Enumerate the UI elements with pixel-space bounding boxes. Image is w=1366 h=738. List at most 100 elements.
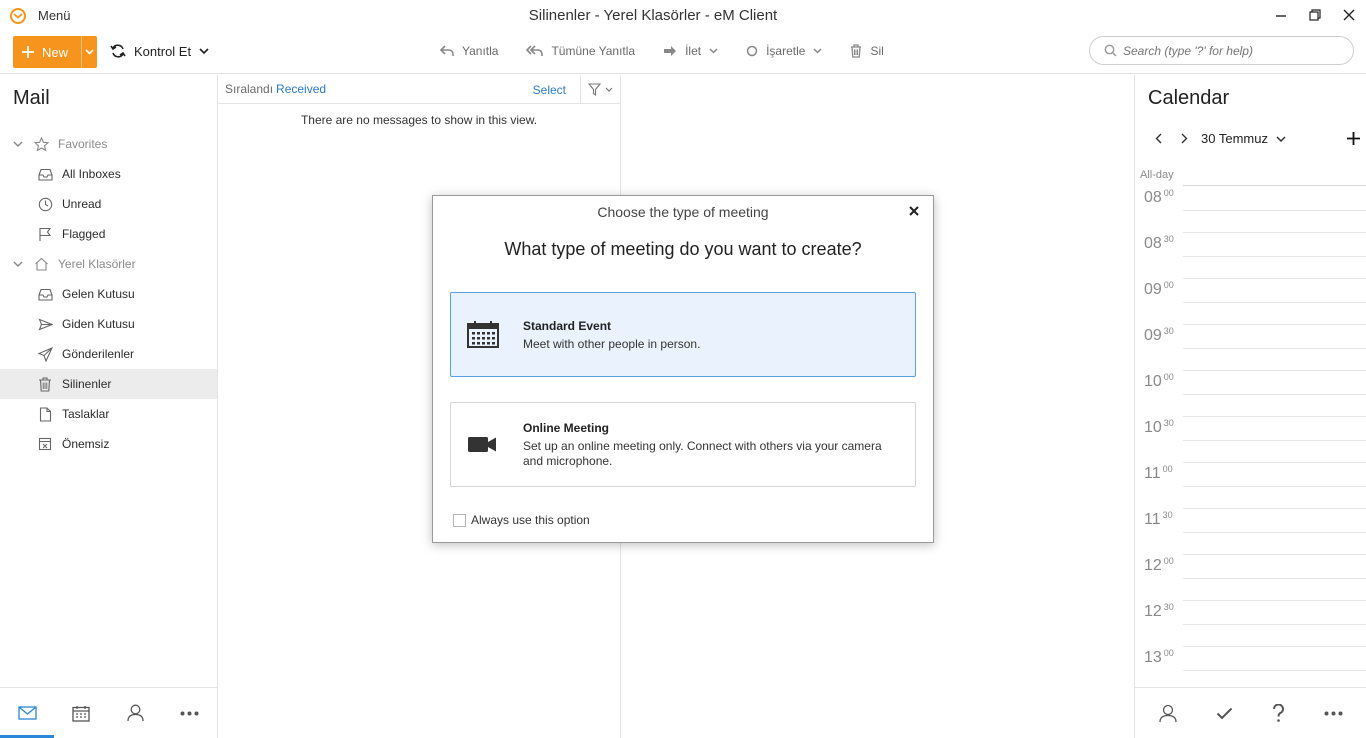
- close-window-button[interactable]: [1332, 0, 1366, 30]
- calendar-panel: Calendar 30 Temmuz All-day 08 00 08 30 09 00 0…: [1134, 75, 1366, 738]
- hour-slot[interactable]: 11 30: [1135, 508, 1366, 555]
- minute-value: 30: [1163, 602, 1174, 612]
- add-event-button[interactable]: [1347, 132, 1360, 145]
- hour-slot[interactable]: 10 30: [1135, 416, 1366, 463]
- hour-slot[interactable]: 08 30: [1135, 232, 1366, 279]
- mail-sidebar: Mail Favorites All Inboxes Unread Flagge…: [0, 75, 218, 738]
- reply-icon: [440, 45, 454, 56]
- half-hour-line: [1183, 624, 1366, 625]
- half-hour-line: [1183, 232, 1366, 233]
- sidebar-item-label: Giden Kutusu: [62, 317, 135, 331]
- sidebar-item-label: Flagged: [62, 227, 106, 241]
- minute-value: 30: [1163, 418, 1174, 428]
- minimize-button[interactable]: [1264, 0, 1298, 30]
- hour-label: 09 30: [1144, 326, 1174, 345]
- question-mark-icon: [1273, 703, 1285, 722]
- delete-label: Sil: [870, 44, 884, 58]
- new-dropdown-button[interactable]: [81, 36, 97, 68]
- chevron-down-icon: [13, 261, 23, 267]
- check-mail-label: Kontrol Et: [134, 43, 192, 59]
- hour-label: 08 30: [1144, 234, 1174, 253]
- chevron-right-icon: [1181, 133, 1187, 144]
- date-picker-button[interactable]: 30 Temmuz: [1201, 131, 1286, 146]
- minute-value: 30: [1163, 326, 1174, 336]
- new-button[interactable]: New: [13, 36, 81, 68]
- sidebar-item-junk[interactable]: Önemsiz: [0, 429, 217, 459]
- reply-button[interactable]: Yanıtla: [440, 44, 498, 58]
- dialog-title: Choose the type of meeting: [597, 204, 769, 220]
- hour-label: 08 00: [1144, 188, 1174, 207]
- chevron-down-icon: [605, 87, 613, 92]
- search-input[interactable]: [1123, 43, 1343, 58]
- select-link[interactable]: Select: [533, 83, 566, 97]
- flag-icon: [39, 227, 52, 241]
- forward-icon: [664, 46, 677, 56]
- sidebar-item-outbox[interactable]: Giden Kutusu: [0, 309, 217, 339]
- sidebar-item-all-inboxes[interactable]: All Inboxes: [0, 159, 217, 189]
- online-meeting-option[interactable]: Online Meeting Set up an online meeting …: [450, 402, 916, 487]
- all-day-divider: [1183, 185, 1366, 186]
- hour-slot[interactable]: 11 00: [1135, 462, 1366, 509]
- delete-button[interactable]: Sil: [850, 44, 884, 58]
- tasks-button[interactable]: [1216, 707, 1233, 720]
- sort-field-link[interactable]: Received: [276, 82, 326, 96]
- inbox-icon: [37, 168, 53, 181]
- always-use-checkbox[interactable]: [453, 513, 466, 527]
- module-mail-button[interactable]: [0, 688, 54, 738]
- forward-button[interactable]: İlet: [663, 44, 718, 58]
- group-favorites[interactable]: Favorites: [0, 129, 217, 159]
- attendees-button[interactable]: [1158, 704, 1177, 723]
- prev-day-button[interactable]: [1145, 133, 1171, 144]
- always-use-option[interactable]: Always use this option: [453, 513, 590, 527]
- next-day-button[interactable]: [1171, 133, 1197, 144]
- hour-slot[interactable]: 12 00: [1135, 554, 1366, 601]
- dialog-close-button[interactable]: [906, 203, 922, 219]
- module-contacts-button[interactable]: [108, 688, 162, 738]
- module-more-button[interactable]: [162, 688, 216, 738]
- hour-value: 10: [1144, 373, 1162, 390]
- chevron-down-icon: [13, 141, 23, 147]
- search-box[interactable]: [1089, 36, 1354, 65]
- folder-tree: Favorites All Inboxes Unread Flagged Yer…: [0, 129, 217, 459]
- trash-icon: [39, 376, 51, 392]
- half-hour-line: [1183, 486, 1366, 487]
- title-bar: Menü Silinenler - Yerel Klasörler - eM C…: [0, 0, 1366, 32]
- sidebar-item-sent[interactable]: Gönderilenler: [0, 339, 217, 369]
- sidebar-item-drafts[interactable]: Taslaklar: [0, 399, 217, 429]
- help-button[interactable]: [1272, 703, 1285, 723]
- standard-event-option[interactable]: Standard Event Meet with other people in…: [450, 292, 916, 377]
- hour-slot[interactable]: 10 00: [1135, 370, 1366, 417]
- sidebar-item-unread[interactable]: Unread: [0, 189, 217, 219]
- group-local-folders[interactable]: Yerel Klasörler: [0, 249, 217, 279]
- hour-slot[interactable]: 09 00: [1135, 278, 1366, 325]
- clock-icon: [38, 197, 52, 211]
- dialog-heading: What type of meeting do you want to crea…: [504, 239, 862, 259]
- hour-slot[interactable]: 09 30: [1135, 324, 1366, 371]
- hour-value: 08: [1144, 235, 1162, 252]
- sidebar-item-inbox[interactable]: Gelen Kutusu: [0, 279, 217, 309]
- sidebar-item-flagged[interactable]: Flagged: [0, 219, 217, 249]
- hour-label: 10 30: [1144, 418, 1174, 437]
- close-icon: [909, 206, 919, 216]
- hour-slot[interactable]: 08 00: [1135, 187, 1366, 233]
- message-list-header: Sıralandı Received Select: [218, 75, 620, 104]
- hour-value: 09: [1144, 327, 1162, 344]
- filter-button[interactable]: [580, 75, 620, 104]
- minute-value: 00: [1163, 372, 1174, 382]
- calendar-more-button[interactable]: [1324, 711, 1343, 716]
- chevron-left-icon: [1155, 133, 1161, 144]
- hour-label: 11 30: [1144, 510, 1173, 529]
- option-description: Set up an online meeting only. Connect w…: [523, 439, 882, 468]
- sidebar-item-deleted[interactable]: Silinenler: [0, 369, 217, 399]
- mark-button[interactable]: İşaretle: [746, 44, 822, 58]
- module-calendar-button[interactable]: [54, 688, 108, 738]
- reply-all-button[interactable]: Tümüne Yanıtla: [526, 44, 635, 58]
- hour-grid: 08 00 08 30 09 00 09 30 10 00 10 30 11 00 11 30 12 00 12 30…: [1135, 187, 1366, 693]
- hour-slot[interactable]: 12 30: [1135, 600, 1366, 647]
- check-mail-button[interactable]: Kontrol Et: [110, 43, 209, 59]
- window-title: Silinenler - Yerel Klasörler - eM Client: [528, 7, 778, 24]
- half-hour-line: [1183, 508, 1366, 509]
- restore-button[interactable]: [1298, 0, 1332, 30]
- mark-label: İşaretle: [766, 44, 806, 58]
- sidebar-item-label: Unread: [62, 197, 102, 211]
